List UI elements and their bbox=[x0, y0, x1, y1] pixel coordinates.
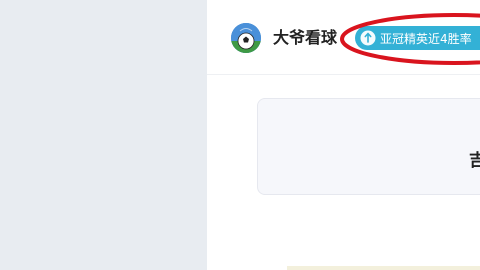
bottom-strip bbox=[287, 266, 480, 270]
author-header: 大爷看球 亚冠精英近4胜率 bbox=[207, 0, 480, 75]
author-name[interactable]: 大爷看球 bbox=[273, 28, 353, 48]
card-text: 吉 bbox=[469, 151, 480, 171]
soccer-ball-icon bbox=[231, 23, 261, 53]
content-card: 吉 bbox=[257, 98, 480, 195]
tag-badge[interactable]: 亚冠精英近4胜率 bbox=[355, 26, 480, 50]
left-gutter bbox=[0, 0, 207, 270]
content-area: 大爷看球 亚冠精英近4胜率 吉 bbox=[207, 0, 480, 270]
author-avatar[interactable] bbox=[231, 23, 261, 53]
arrow-up-icon bbox=[360, 30, 376, 46]
tag-label: 亚冠精英近4胜率 bbox=[380, 31, 472, 46]
page: 大爷看球 亚冠精英近4胜率 吉 bbox=[0, 0, 480, 270]
